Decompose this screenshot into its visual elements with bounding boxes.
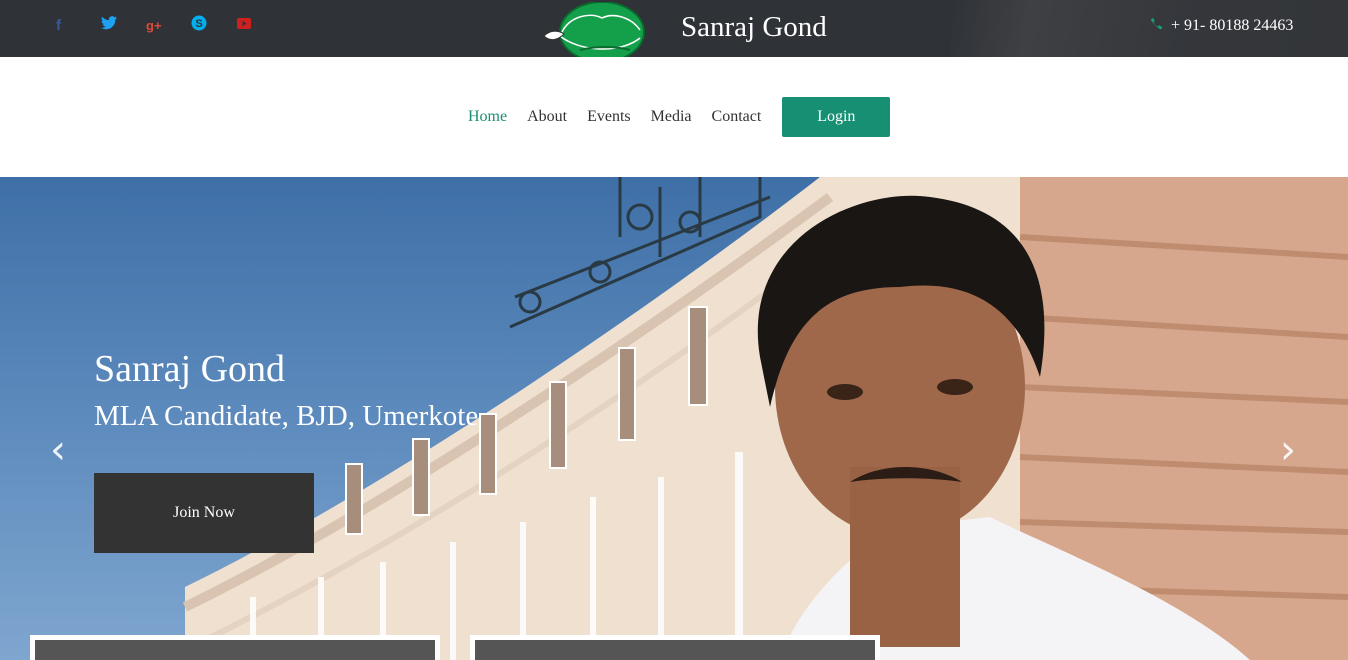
phone-icon [1150,17,1163,35]
svg-text:S: S [195,18,202,30]
hero-subtitle: MLA Candidate, BJD, Umerkote [94,400,479,432]
phone-contact: + 91- 80188 24463 [1150,17,1293,35]
nav-item-about[interactable]: About [517,97,577,137]
feature-card[interactable] [470,635,880,660]
nav-item-home[interactable]: Home [458,97,517,137]
phone-number: + 91- 80188 24463 [1171,17,1294,34]
site-brand[interactable]: Sanraj Gond [681,11,827,44]
login-button[interactable]: Login [782,97,891,137]
google-plus-icon[interactable]: g+ [146,15,191,37]
skype-icon[interactable]: S [191,15,236,37]
chevron-left-icon[interactable]: ‹ [50,427,66,473]
facebook-icon[interactable]: f [56,15,101,37]
nav-item-events[interactable]: Events [577,97,641,137]
nav-item-contact[interactable]: Contact [702,97,772,137]
join-now-button[interactable]: Join Now [94,473,314,553]
conch-logo-icon[interactable] [540,2,648,64]
main-navigation: Home About Events Media Contact Login [0,57,1348,177]
twitter-icon[interactable] [101,15,146,37]
nav-item-media[interactable]: Media [641,97,702,137]
hero-slider: Sanraj Gond MLA Candidate, BJD, Umerkote… [0,177,1348,660]
feature-card-image [475,640,875,660]
social-links: f g+ S [56,15,281,37]
feature-card[interactable] [30,635,440,660]
top-bar: f g+ S Sanraj Gond + 91- 80188 24463 [0,0,1348,63]
youtube-icon[interactable] [236,15,281,37]
nav-menu: Home About Events Media Contact Login [458,97,891,137]
chevron-right-icon[interactable]: › [1280,427,1296,473]
feature-card-image [35,640,435,660]
hero-title: Sanraj Gond [94,348,286,390]
